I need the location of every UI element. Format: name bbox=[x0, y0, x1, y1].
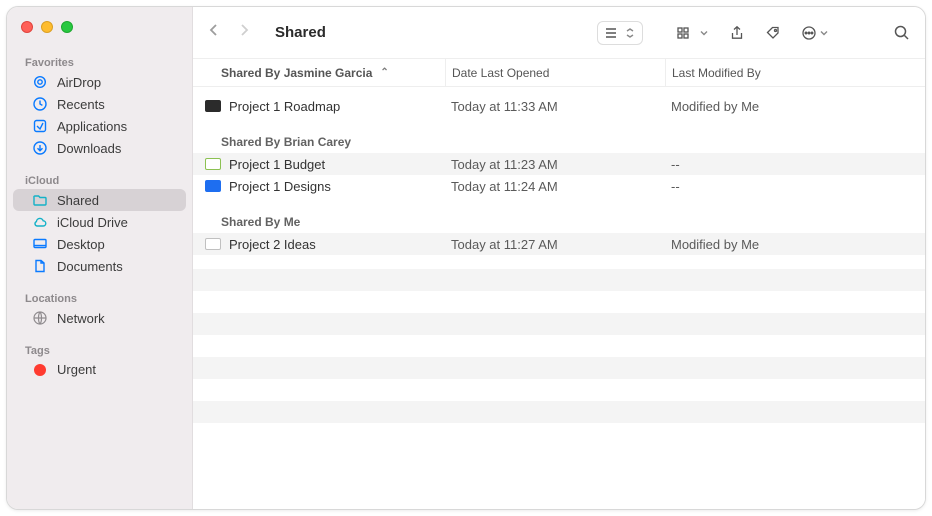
column-header-label: Date Last Opened bbox=[452, 66, 549, 80]
tags-button[interactable] bbox=[757, 21, 789, 45]
sidebar-item-documents[interactable]: Documents bbox=[13, 255, 186, 277]
file-date: Today at 11:23 AM bbox=[445, 157, 665, 172]
clock-icon bbox=[31, 96, 49, 112]
file-modified-by: -- bbox=[665, 179, 925, 194]
file-icon bbox=[205, 238, 221, 250]
window-controls bbox=[7, 19, 192, 51]
sidebar-item-network[interactable]: Network bbox=[13, 307, 186, 329]
column-header-modified[interactable]: Last Modified By bbox=[665, 59, 925, 86]
empty-row bbox=[193, 335, 925, 357]
empty-row bbox=[193, 313, 925, 335]
applications-icon bbox=[31, 118, 49, 134]
sidebar-item-tag-urgent[interactable]: Urgent bbox=[13, 359, 186, 380]
file-date: Today at 11:24 AM bbox=[445, 179, 665, 194]
download-icon bbox=[31, 140, 49, 156]
sidebar-item-label: Urgent bbox=[57, 362, 176, 377]
empty-row bbox=[193, 379, 925, 401]
file-row[interactable]: Project 1 Roadmap Today at 11:33 AM Modi… bbox=[193, 95, 925, 117]
window-title: Shared bbox=[275, 24, 346, 41]
file-icon bbox=[205, 180, 221, 192]
group-header: Shared By Me bbox=[193, 197, 925, 233]
toolbar: Shared bbox=[193, 7, 925, 59]
empty-row bbox=[193, 291, 925, 313]
forward-button[interactable] bbox=[237, 23, 251, 42]
file-date: Today at 11:27 AM bbox=[445, 237, 665, 252]
more-actions-button[interactable] bbox=[793, 21, 837, 45]
sidebar-section-locations: Locations bbox=[7, 287, 192, 307]
file-modified-by: Modified by Me bbox=[665, 237, 925, 252]
group-header: Shared By Brian Carey bbox=[193, 117, 925, 153]
sidebar-item-label: Recents bbox=[57, 97, 176, 112]
sort-ascending-icon: ⌃ bbox=[380, 67, 388, 78]
airdrop-icon bbox=[31, 74, 49, 90]
tag-color-icon bbox=[31, 364, 49, 376]
share-button[interactable] bbox=[721, 21, 753, 45]
file-row[interactable]: Project 2 Ideas Today at 11:27 AM Modifi… bbox=[193, 233, 925, 255]
file-name: Project 1 Designs bbox=[229, 179, 331, 194]
sidebar-item-label: iCloud Drive bbox=[57, 215, 176, 230]
sidebar-item-label: AirDrop bbox=[57, 75, 176, 90]
desktop-icon bbox=[31, 236, 49, 252]
back-button[interactable] bbox=[207, 23, 221, 42]
sidebar-section-icloud: iCloud bbox=[7, 169, 192, 189]
empty-row bbox=[193, 357, 925, 379]
column-header-label: Last Modified By bbox=[672, 66, 761, 80]
file-date: Today at 11:33 AM bbox=[445, 99, 665, 114]
group-by-button[interactable] bbox=[669, 22, 717, 44]
close-window-button[interactable] bbox=[21, 21, 33, 33]
minimize-window-button[interactable] bbox=[41, 21, 53, 33]
file-row[interactable]: Project 1 Budget Today at 11:23 AM -- bbox=[193, 153, 925, 175]
shared-folder-icon bbox=[31, 192, 49, 208]
cloud-icon bbox=[31, 214, 49, 230]
column-header-row: Shared By Jasmine Garcia ⌃ Date Last Ope… bbox=[193, 59, 925, 87]
sidebar-item-label: Documents bbox=[57, 259, 176, 274]
sidebar: Favorites AirDrop Recents Applications D… bbox=[7, 7, 193, 509]
column-header-date[interactable]: Date Last Opened bbox=[445, 59, 665, 86]
fullscreen-window-button[interactable] bbox=[61, 21, 73, 33]
file-icon bbox=[205, 100, 221, 112]
file-name: Project 1 Budget bbox=[229, 157, 325, 172]
sidebar-item-recents[interactable]: Recents bbox=[13, 93, 186, 115]
sidebar-item-label: Desktop bbox=[57, 237, 176, 252]
column-header-label: Shared By Jasmine Garcia bbox=[221, 66, 372, 80]
file-list: Project 1 Roadmap Today at 11:33 AM Modi… bbox=[193, 87, 925, 509]
sidebar-item-label: Downloads bbox=[57, 141, 176, 156]
document-icon bbox=[31, 258, 49, 274]
file-name: Project 1 Roadmap bbox=[229, 99, 340, 114]
view-mode-button[interactable] bbox=[597, 21, 643, 45]
sidebar-item-downloads[interactable]: Downloads bbox=[13, 137, 186, 159]
search-button[interactable] bbox=[885, 20, 911, 46]
file-modified-by: Modified by Me bbox=[665, 99, 925, 114]
sidebar-section-tags: Tags bbox=[7, 339, 192, 359]
column-header-shared-by[interactable]: Shared By Jasmine Garcia ⌃ bbox=[193, 66, 445, 80]
sidebar-item-airdrop[interactable]: AirDrop bbox=[13, 71, 186, 93]
sidebar-item-label: Shared bbox=[57, 193, 176, 208]
empty-row bbox=[193, 401, 925, 423]
main-content: Shared bbox=[193, 7, 925, 509]
sidebar-item-label: Network bbox=[57, 311, 176, 326]
sidebar-item-icloud-drive[interactable]: iCloud Drive bbox=[13, 211, 186, 233]
sidebar-item-desktop[interactable]: Desktop bbox=[13, 233, 186, 255]
file-name: Project 2 Ideas bbox=[229, 237, 316, 252]
finder-window: Favorites AirDrop Recents Applications D… bbox=[6, 6, 926, 510]
file-modified-by: -- bbox=[665, 157, 925, 172]
file-icon bbox=[205, 158, 221, 170]
sidebar-item-shared[interactable]: Shared bbox=[13, 189, 186, 211]
empty-row bbox=[193, 269, 925, 291]
sidebar-item-applications[interactable]: Applications bbox=[13, 115, 186, 137]
file-row[interactable]: Project 1 Designs Today at 11:24 AM -- bbox=[193, 175, 925, 197]
sidebar-section-favorites: Favorites bbox=[7, 51, 192, 71]
network-globe-icon bbox=[31, 310, 49, 326]
sidebar-item-label: Applications bbox=[57, 119, 176, 134]
